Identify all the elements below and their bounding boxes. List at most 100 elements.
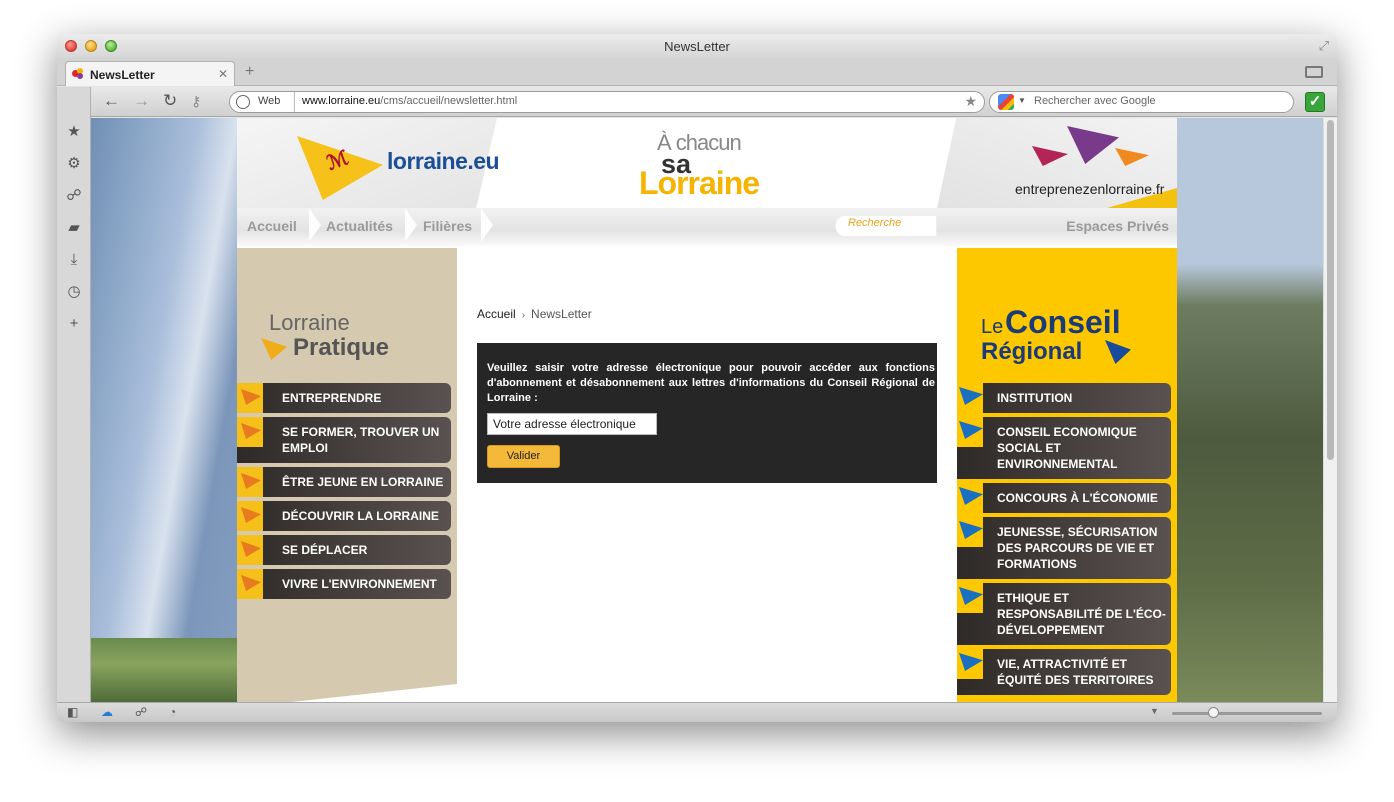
menu-arrow-icon xyxy=(237,501,263,531)
menu-arrow-icon xyxy=(957,483,983,513)
wand-key-icon[interactable]: ⚷ xyxy=(191,93,201,110)
zoom-slider[interactable] xyxy=(1172,712,1322,715)
menu-ethique[interactable]: ETHIQUE ET RESPONSABILITÉ DE L'ÉCO-DÉVEL… xyxy=(957,583,1171,645)
menu-entreprendre[interactable]: ENTREPRENDRE xyxy=(237,383,451,413)
tab-title: NewsLetter xyxy=(90,68,155,82)
url-text[interactable]: www.lorraine.eu/cms/accueil/newsletter.h… xyxy=(302,95,517,107)
menu-vivre-environnement[interactable]: VIVRE L'ENVIRONNEMENT xyxy=(237,569,451,599)
zoom-slider-knob[interactable] xyxy=(1208,707,1219,718)
search-field[interactable]: ▼ Rechercher avec Google xyxy=(989,91,1294,113)
sync-cloud-icon[interactable]: ☁ xyxy=(101,705,113,719)
tab-newsletter[interactable]: NewsLetter ✕ xyxy=(65,61,235,86)
tab-overview-icon[interactable] xyxy=(1305,66,1323,78)
vertical-scrollbar[interactable] xyxy=(1323,118,1337,702)
menu-arrow-icon xyxy=(237,467,263,497)
newsletter-instructions: Veuillez saisir votre adresse électroniq… xyxy=(487,362,935,404)
conseil-title-regional: Régional xyxy=(981,338,1083,365)
menu-etre-jeune[interactable]: ÊTRE JEUNE EN LORRAINE xyxy=(237,467,451,497)
settings-gear-icon[interactable]: ⚙ xyxy=(65,155,83,173)
url-domain: www.lorraine.eu xyxy=(302,95,381,107)
unite-status-icon[interactable]: ☍ xyxy=(135,705,147,719)
title-bar: NewsLetter ⤢ xyxy=(57,34,1337,58)
arrow-sail-icon xyxy=(1105,340,1131,364)
nav-separator xyxy=(405,208,417,242)
back-arrow-icon[interactable]: ← xyxy=(103,91,120,111)
menu-conseil-economique[interactable]: CONSEIL ECONOMIQUE SOCIAL ET ENVIRONNEME… xyxy=(957,417,1171,479)
slogan-line-3: Lorraine xyxy=(639,165,760,201)
notes-icon[interactable]: ▰ xyxy=(65,219,83,237)
menu-vie-attractivite[interactable]: VIE, ATTRACTIVITÉ ET ÉQUITÉ DES TERRITOI… xyxy=(957,649,1171,695)
menu-arrow-icon xyxy=(957,583,983,613)
menu-arrow-icon xyxy=(237,383,263,413)
menu-label: CONSEIL ECONOMIQUE SOCIAL ET ENVIRONNEME… xyxy=(997,425,1137,471)
reload-icon[interactable]: ↻ xyxy=(163,91,177,111)
unite-icon[interactable]: ☍ xyxy=(65,187,83,205)
partner-link[interactable]: entreprenezenlorraine.fr xyxy=(1015,181,1164,197)
menu-arrow-icon xyxy=(957,383,983,413)
window-title: NewsLetter xyxy=(664,39,730,54)
downloads-icon[interactable]: ⤓ xyxy=(65,251,83,269)
checkmark-icon[interactable]: ✓ xyxy=(1305,92,1325,112)
email-field[interactable] xyxy=(487,413,657,435)
menu-label: VIVRE L'ENVIRONNEMENT xyxy=(282,577,437,591)
menu-label: ÊTRE JEUNE EN LORRAINE xyxy=(282,475,444,489)
close-tab-icon[interactable]: ✕ xyxy=(218,67,228,81)
lorraine-favicon-icon xyxy=(72,68,84,79)
zoom-caret-icon[interactable]: ▼ xyxy=(1150,706,1159,716)
nav-espaces-prives[interactable]: Espaces Privés xyxy=(1066,218,1169,234)
site-nav: Accueil Actualités Filières Recherche Es… xyxy=(237,208,1177,246)
scrollbar-thumb[interactable] xyxy=(1327,120,1334,460)
menu-label: ETHIQUE ET RESPONSABILITÉ DE L'ÉCO-DÉVEL… xyxy=(997,591,1166,637)
search-engine-caret-icon[interactable]: ▼ xyxy=(1018,96,1026,105)
breadcrumb-home[interactable]: Accueil xyxy=(477,307,516,321)
menu-label: INSTITUTION xyxy=(997,391,1073,405)
browser-window: NewsLetter ⤢ NewsLetter ✕ + ★ ⚙ ☍ ▰ ⤓ ◷ … xyxy=(57,34,1337,722)
lorraine-pratique-column: Lorraine Pratique ENTREPRENDRE SE FORMER… xyxy=(237,248,457,702)
nav-actualites[interactable]: Actualités xyxy=(326,218,393,234)
add-panel-icon[interactable]: + xyxy=(65,315,83,333)
menu-label: VIE, ATTRACTIVITÉ ET ÉQUITÉ DES TERRITOI… xyxy=(997,657,1154,687)
menu-label: ENTREPRENDRE xyxy=(282,391,382,405)
column-curve xyxy=(237,684,457,702)
site-search-input[interactable]: Recherche xyxy=(835,215,937,237)
new-tab-plus-icon[interactable]: + xyxy=(245,63,254,81)
menu-arrow-icon xyxy=(957,517,983,547)
newsletter-form: Veuillez saisir votre adresse électroniq… xyxy=(477,343,937,483)
forward-arrow-icon[interactable]: → xyxy=(133,91,150,111)
globe-icon xyxy=(236,95,250,109)
navigation-toolbar: ← → ↻ ⚷ Web www.lorraine.eu/cms/accueil/… xyxy=(91,87,1337,117)
page-viewport: ℳ lorraine.eu À chacun sa Lorraine entre… xyxy=(91,118,1323,702)
menu-arrow-icon xyxy=(237,569,263,599)
bookmark-star-icon[interactable]: ★ xyxy=(964,93,977,110)
breadcrumb-current: NewsLetter xyxy=(531,307,592,321)
breadcrumb-separator: › xyxy=(521,310,526,321)
bookmarks-star-icon[interactable]: ★ xyxy=(65,123,83,141)
history-clock-icon[interactable]: ◷ xyxy=(65,283,83,301)
menu-se-former[interactable]: SE FORMER, TROUVER UN EMPLOI xyxy=(237,417,451,463)
breadcrumb: Accueil › NewsLetter xyxy=(477,307,592,321)
menu-concours-economie[interactable]: CONCOURS À L'ÉCONOMIE xyxy=(957,483,1171,513)
landscape-trees-image xyxy=(1175,118,1323,702)
valider-button[interactable]: Valider xyxy=(487,445,560,468)
url-divider xyxy=(294,92,295,112)
conseil-title-le: Le xyxy=(981,316,1004,338)
site-logo[interactable]: lorraine.eu xyxy=(387,148,500,175)
menu-label: CONCOURS À L'ÉCONOMIE xyxy=(997,491,1158,505)
menu-se-deplacer[interactable]: SE DÉPLACER xyxy=(237,535,451,565)
google-icon[interactable] xyxy=(998,94,1014,110)
speed-dial-icon[interactable]: ◔ xyxy=(169,705,176,719)
side-panel: ★ ⚙ ☍ ▰ ⤓ ◷ + xyxy=(57,87,91,702)
fullscreen-icon[interactable]: ⤢ xyxy=(1319,38,1329,54)
menu-institution[interactable]: INSTITUTION xyxy=(957,383,1171,413)
website: ℳ lorraine.eu À chacun sa Lorraine entre… xyxy=(237,118,1177,702)
menu-arrow-icon xyxy=(237,417,263,447)
nav-accueil[interactable]: Accueil xyxy=(247,218,297,234)
nav-filieres[interactable]: Filières xyxy=(423,218,472,234)
menu-label: SE DÉPLACER xyxy=(282,543,368,557)
panel-toggle-icon[interactable]: ◧ xyxy=(67,705,78,719)
menu-jeunesse[interactable]: JEUNESSE, SÉCURISATION DES PARCOURS DE V… xyxy=(957,517,1171,579)
conseil-regional-column: Le Conseil Régional INSTITUTION CONSEIL … xyxy=(957,248,1177,702)
menu-label: SE FORMER, TROUVER UN EMPLOI xyxy=(282,425,440,455)
menu-decouvrir[interactable]: DÉCOUVRIR LA LORRAINE xyxy=(237,501,451,531)
address-bar[interactable]: Web www.lorraine.eu/cms/accueil/newslett… xyxy=(229,91,985,113)
